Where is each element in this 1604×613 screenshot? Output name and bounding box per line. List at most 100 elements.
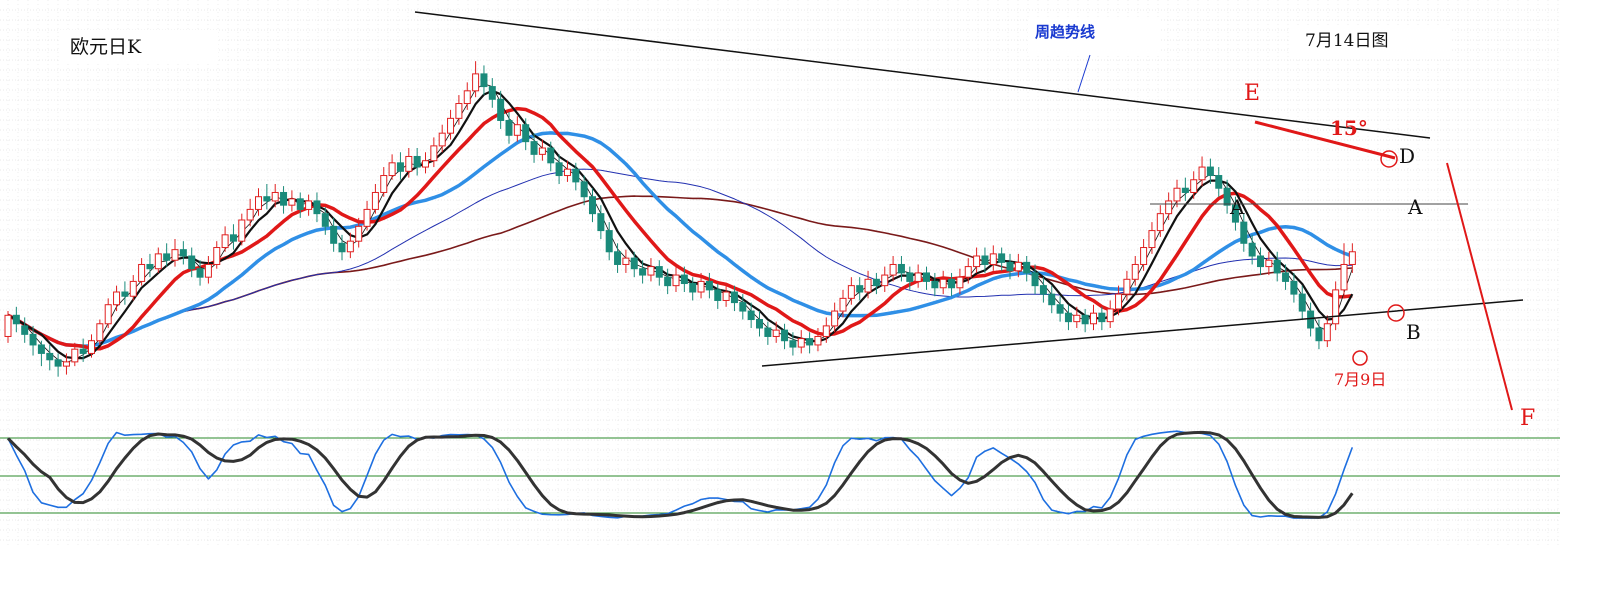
candle-up — [1073, 314, 1081, 323]
candle-up — [1190, 179, 1198, 193]
candle-down — [1081, 314, 1089, 325]
candle-down — [296, 198, 304, 210]
trendline-label: 周趋势线 — [1035, 23, 1095, 41]
candle-up — [204, 263, 212, 278]
candle-down — [614, 251, 622, 265]
candle-down — [338, 242, 346, 253]
candle-up — [380, 175, 388, 193]
candle-down — [572, 168, 580, 183]
trend-label-pointer — [1077, 54, 1091, 93]
candle-up — [973, 255, 981, 268]
candle-up — [447, 117, 455, 134]
candle-up — [964, 266, 972, 278]
candle-up — [4, 314, 12, 337]
candle-up — [388, 162, 396, 177]
candle-down — [705, 280, 713, 291]
candle-up — [129, 280, 137, 297]
candle-up — [1115, 293, 1123, 310]
candle-up — [271, 191, 279, 202]
candle-down — [1031, 272, 1039, 287]
candle-up — [88, 340, 95, 354]
candle-up — [221, 234, 229, 249]
candle-down — [21, 325, 29, 335]
candle-down — [872, 278, 880, 287]
candle-down — [12, 314, 20, 325]
label-d: D — [1399, 144, 1415, 168]
candle-up — [62, 361, 70, 367]
label-jul9: 7月9日 — [1334, 370, 1386, 389]
candle-up — [355, 225, 363, 242]
candle-down — [1315, 327, 1323, 342]
label-e: E — [1244, 81, 1260, 106]
candle-down — [413, 155, 421, 168]
candle-down — [923, 272, 930, 282]
osc-signal-line — [7, 430, 1353, 519]
ma-thin-line — [7, 83, 1353, 364]
candle-down — [998, 253, 1006, 263]
candle-up — [213, 247, 221, 265]
candle-down — [714, 289, 722, 301]
candle-down — [1206, 166, 1214, 177]
candle-down — [580, 181, 588, 198]
candle-up — [71, 348, 79, 363]
candle-up — [363, 208, 371, 227]
candle-down — [547, 147, 555, 164]
candle-down — [664, 276, 672, 287]
candle-up — [455, 103, 463, 119]
candle-down — [747, 310, 755, 321]
candle-up — [513, 124, 521, 136]
chart-panel: 欧元日K 周趋势线 7月14日图 E 15° D A A B 7月9日 F — [0, 0, 1604, 613]
candle-up — [1265, 259, 1273, 268]
candle-down — [555, 162, 563, 177]
candle-up — [1156, 213, 1164, 232]
candle-up — [113, 291, 121, 306]
candle-down — [1064, 312, 1072, 323]
candle-up — [346, 240, 354, 253]
candle-up — [246, 208, 254, 221]
label-a-right: A — [1407, 195, 1423, 219]
candle-up — [1148, 230, 1156, 249]
candle-up — [1106, 308, 1114, 323]
candle-up — [622, 257, 630, 265]
candle-down — [196, 268, 204, 278]
candle-down — [756, 319, 763, 329]
candle-down — [1282, 272, 1290, 282]
candle-down — [321, 213, 329, 227]
candlestick-chart: 欧元日K 周趋势线 7月14日图 E 15° D A A B 7月9日 F — [0, 0, 1560, 545]
weekly-trend-line — [414, 11, 1431, 139]
candle-down — [522, 124, 530, 143]
candle-down — [630, 257, 638, 270]
candle-down — [948, 278, 956, 289]
moving-averages — [7, 83, 1354, 364]
candle-up — [1140, 247, 1148, 265]
candle-down — [1307, 310, 1315, 329]
candle-up — [956, 276, 964, 289]
candle-up — [672, 274, 680, 287]
candle-up — [255, 196, 262, 210]
candle-down — [179, 249, 187, 257]
oscillator — [6, 430, 1354, 519]
candle-down — [163, 253, 171, 261]
candle-up — [104, 304, 112, 325]
candle-up — [305, 200, 313, 210]
candle-down — [1006, 261, 1014, 272]
candle-down — [1257, 255, 1264, 268]
candle-up — [472, 73, 480, 92]
candle-up — [171, 249, 179, 261]
ma-fast-line — [7, 89, 1354, 360]
candle-down — [730, 291, 738, 304]
label-a-left: A — [1229, 195, 1245, 219]
candle-up — [864, 278, 872, 293]
candle-up — [914, 272, 922, 282]
candle-down — [1298, 293, 1306, 312]
candle-down — [54, 359, 62, 367]
candle-down — [1273, 259, 1281, 274]
candle-down — [330, 225, 338, 244]
candle-up — [839, 297, 847, 312]
candle-up — [238, 219, 246, 242]
candle-up — [1340, 263, 1348, 291]
candle-up — [1014, 261, 1022, 272]
candle-up — [797, 338, 805, 348]
candle-down — [1048, 293, 1056, 306]
candle-down — [1248, 242, 1256, 257]
